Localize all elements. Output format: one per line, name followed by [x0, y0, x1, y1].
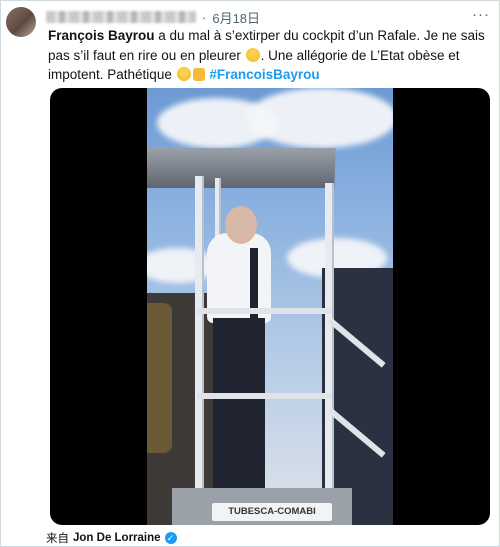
redacted-username [46, 11, 196, 23]
sad-face-icon [245, 47, 260, 62]
tweet-text: François Bayrou a du mal à s’extirper du… [48, 26, 488, 85]
mentioned-person: François Bayrou [48, 28, 155, 43]
eye-roll-icon [176, 67, 191, 81]
video-frame: TUBESCA-COMABI [147, 88, 393, 525]
avatar[interactable] [6, 7, 36, 37]
more-options-icon[interactable]: ··· [472, 6, 490, 23]
post-date[interactable]: 6月18日 [212, 8, 260, 27]
cloud [247, 88, 393, 148]
header-separator: · [202, 9, 207, 25]
stair-post [325, 183, 334, 493]
source-attribution: 来自 Jon De Lorraine ✓ [46, 530, 177, 546]
stair-canopy [147, 148, 336, 188]
hashtag-link[interactable]: #FrancoisBayrou [209, 67, 319, 82]
person-trousers [213, 318, 265, 488]
person-head [225, 206, 257, 244]
video-player[interactable]: TUBESCA-COMABI [50, 88, 490, 525]
verified-badge-icon: ✓ [164, 532, 177, 544]
stair-post [195, 176, 204, 488]
brand-sign: TUBESCA-COMABI [212, 503, 332, 521]
stair-rail [197, 393, 332, 399]
tweet-header: · 6月18日 [46, 8, 260, 26]
thumbs-down-icon [192, 68, 205, 81]
soldier [147, 303, 172, 453]
source-prefix: 来自 [46, 533, 69, 545]
stair-rail [197, 308, 332, 314]
source-name[interactable]: Jon De Lorraine [73, 532, 161, 544]
